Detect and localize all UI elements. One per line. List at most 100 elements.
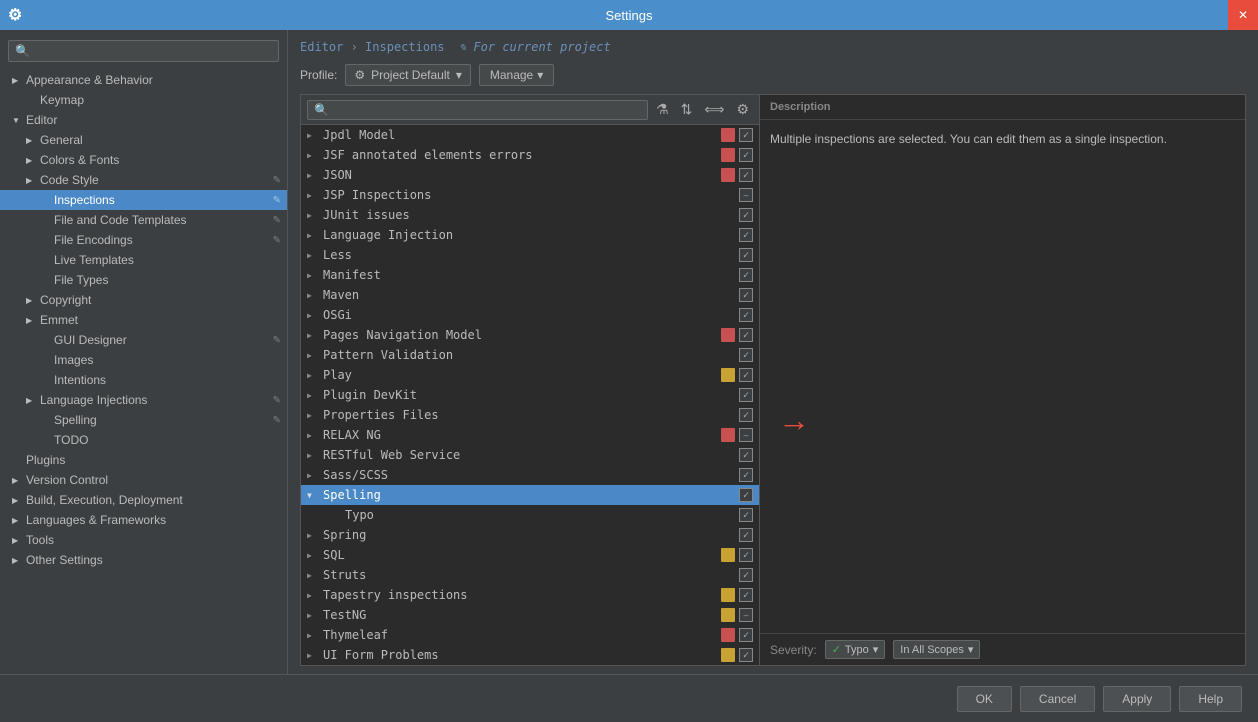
filter-icon-button[interactable]: ⚗	[652, 99, 673, 120]
sidebar-item-file-types[interactable]: File Types	[0, 270, 287, 290]
sidebar-item-images[interactable]: Images	[0, 350, 287, 370]
inspection-checkbox[interactable]	[739, 528, 753, 542]
inspection-search-input[interactable]	[307, 100, 648, 120]
inspection-row[interactable]: ▶Plugin DevKit	[301, 385, 759, 405]
inspection-row[interactable]: ▶Sass/SCSS	[301, 465, 759, 485]
inspection-row[interactable]: ▶JSF annotated elements errors	[301, 145, 759, 165]
inspection-row[interactable]: Typo	[301, 505, 759, 525]
edit-icon: ✎	[273, 235, 281, 246]
sidebar-item-emmet[interactable]: ▶Emmet	[0, 310, 287, 330]
manage-button[interactable]: Manage ▾	[479, 64, 554, 86]
sidebar-item-file-code-templates[interactable]: File and Code Templates✎	[0, 210, 287, 230]
inspection-row[interactable]: ▶UI Form Problems	[301, 645, 759, 665]
inspection-checkbox[interactable]	[739, 148, 753, 162]
sidebar-search-input[interactable]	[8, 40, 279, 62]
sidebar-item-file-encodings[interactable]: File Encodings✎	[0, 230, 287, 250]
inspection-row[interactable]: ▶Pages Navigation Model	[301, 325, 759, 345]
sidebar-item-general[interactable]: ▶General	[0, 130, 287, 150]
apply-button[interactable]: Apply	[1103, 686, 1171, 712]
sidebar-item-appearance[interactable]: ▶Appearance & Behavior	[0, 70, 287, 90]
sidebar-item-copyright[interactable]: ▶Copyright	[0, 290, 287, 310]
inspection-row[interactable]: ▶Language Injection	[301, 225, 759, 245]
inspection-row[interactable]: ▶Pattern Validation	[301, 345, 759, 365]
sidebar-item-inspections[interactable]: Inspections✎	[0, 190, 287, 210]
inspection-checkbox[interactable]	[739, 548, 753, 562]
inspection-row[interactable]: ▶Spring	[301, 525, 759, 545]
inspection-row[interactable]: ▶RELAX NG	[301, 425, 759, 445]
inspection-checkbox[interactable]	[739, 568, 753, 582]
inspection-checkbox[interactable]	[739, 408, 753, 422]
inspection-checkbox[interactable]	[739, 328, 753, 342]
inspection-checkbox[interactable]	[739, 248, 753, 262]
sidebar-item-gui-designer[interactable]: GUI Designer✎	[0, 330, 287, 350]
inspection-row[interactable]: ▶SQL	[301, 545, 759, 565]
inspection-row[interactable]: ▶Jpdl Model	[301, 125, 759, 145]
inspection-checkbox[interactable]	[739, 368, 753, 382]
expand-icon-button[interactable]: ⟺	[700, 99, 728, 120]
inspection-row[interactable]: ▶Thymeleaf	[301, 625, 759, 645]
inspection-checkbox[interactable]	[739, 228, 753, 242]
sidebar-item-plugins[interactable]: Plugins	[0, 450, 287, 470]
inspection-row[interactable]: ▶Play	[301, 365, 759, 385]
breadcrumb-editor[interactable]: Editor	[300, 40, 343, 54]
profile-select[interactable]: ⚙ Project Default ▾	[345, 64, 471, 86]
inspection-row[interactable]: ▶Maven	[301, 285, 759, 305]
inspection-row[interactable]: ▶JSON	[301, 165, 759, 185]
inspection-checkbox[interactable]	[739, 588, 753, 602]
breadcrumb-inspections[interactable]: Inspections	[365, 40, 444, 54]
inspection-checkbox[interactable]	[739, 648, 753, 662]
inspection-checkbox[interactable]	[739, 508, 753, 522]
inspection-row[interactable]: ▶Less	[301, 245, 759, 265]
inspection-checkbox[interactable]	[739, 308, 753, 322]
sidebar-item-colors-fonts[interactable]: ▶Colors & Fonts	[0, 150, 287, 170]
inspection-checkbox[interactable]	[739, 388, 753, 402]
sidebar-item-other-settings[interactable]: ▶Other Settings	[0, 550, 287, 570]
ok-button[interactable]: OK	[957, 686, 1012, 712]
inspection-row[interactable]: ▶RESTful Web Service	[301, 445, 759, 465]
arrow-icon: ▶	[12, 476, 22, 485]
inspection-checkbox[interactable]	[739, 468, 753, 482]
sidebar-item-keymap[interactable]: Keymap	[0, 90, 287, 110]
inspection-row[interactable]: ▼Spelling	[301, 485, 759, 505]
settings-icon-button[interactable]: ⚙	[732, 99, 753, 120]
inspection-checkbox[interactable]	[739, 168, 753, 182]
inspection-checkbox[interactable]	[739, 128, 753, 142]
scope-select[interactable]: In All Scopes ▾	[893, 640, 980, 659]
inspection-checkbox[interactable]	[739, 348, 753, 362]
inspection-row[interactable]: ▶TestNG	[301, 605, 759, 625]
inspection-row[interactable]: ▶Manifest	[301, 265, 759, 285]
sidebar-item-language-injections[interactable]: ▶Language Injections✎	[0, 390, 287, 410]
close-button[interactable]: ✕	[1228, 0, 1258, 30]
sidebar-item-version-control[interactable]: ▶Version Control	[0, 470, 287, 490]
inspection-row[interactable]: ▶Tapestry inspections	[301, 585, 759, 605]
inspection-row[interactable]: ▶Properties Files	[301, 405, 759, 425]
inspection-checkbox[interactable]	[739, 188, 753, 202]
inspection-checkbox[interactable]	[739, 208, 753, 222]
help-button[interactable]: Help	[1179, 686, 1242, 712]
sidebar-item-todo[interactable]: TODO	[0, 430, 287, 450]
inspection-checkbox[interactable]	[739, 448, 753, 462]
sidebar-item-live-templates[interactable]: Live Templates	[0, 250, 287, 270]
inspection-checkbox[interactable]	[739, 288, 753, 302]
severity-select[interactable]: ✓ Typo ▾	[825, 640, 886, 659]
sidebar-item-intentions[interactable]: Intentions	[0, 370, 287, 390]
inspection-checkbox[interactable]	[739, 608, 753, 622]
sidebar-item-code-style[interactable]: ▶Code Style✎	[0, 170, 287, 190]
inspection-row[interactable]: ▶JSP Inspections	[301, 185, 759, 205]
inspection-checkbox[interactable]	[739, 628, 753, 642]
sidebar-item-languages-frameworks[interactable]: ▶Languages & Frameworks	[0, 510, 287, 530]
sidebar-item-spelling[interactable]: Spelling✎	[0, 410, 287, 430]
cancel-button[interactable]: Cancel	[1020, 686, 1095, 712]
inspection-row[interactable]: ▶JUnit issues	[301, 205, 759, 225]
inspection-checkbox[interactable]	[739, 488, 753, 502]
inspection-row[interactable]: ▶Struts	[301, 565, 759, 585]
inspection-row[interactable]: ▶OSGi	[301, 305, 759, 325]
inspection-checkbox[interactable]	[739, 268, 753, 282]
sidebar-item-tools[interactable]: ▶Tools	[0, 530, 287, 550]
sort-icon-button[interactable]: ⇅	[677, 99, 697, 120]
sidebar-item-label: Plugins	[26, 453, 65, 467]
sidebar-item-editor[interactable]: ▼Editor	[0, 110, 287, 130]
inspection-checkbox[interactable]	[739, 428, 753, 442]
inspection-label: RESTful Web Service	[323, 448, 717, 462]
sidebar-item-build-exec[interactable]: ▶Build, Execution, Deployment	[0, 490, 287, 510]
